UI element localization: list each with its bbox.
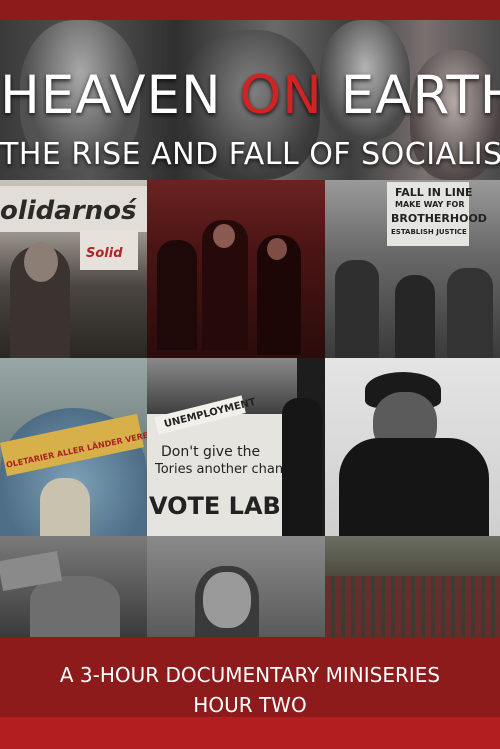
footer-episode: HOUR TWO <box>193 693 307 717</box>
title-word-heaven: HEAVEN <box>0 65 222 126</box>
subtitle: THE RISE AND FALL OF SOCIALISM <box>0 137 500 172</box>
brotherhood-sign-line2: MAKE WAY FOR <box>395 200 465 209</box>
bottom-red-band <box>0 717 500 749</box>
photo-brotherhood-parade: FALL IN LINE MAKE WAY FOR BROTHERHOOD ES… <box>325 180 500 358</box>
photo-solidarnosc: olidarnoś Solid <box>0 180 147 358</box>
photo-statue <box>0 536 147 637</box>
top-red-band <box>0 0 500 20</box>
brotherhood-sign-line3: BROTHERHOOD <box>391 212 487 225</box>
poster: HEAVEN ON EARTH THE RISE AND FALL OF SOC… <box>0 0 500 749</box>
tories-text-line2: Tories another chance <box>155 462 299 477</box>
solidarnosc-banner-text: olidarnoś <box>0 196 137 226</box>
tories-text-line1: Don't give the <box>161 444 261 460</box>
photo-crowd-rally <box>325 536 500 637</box>
photo-proletarier-poster: OLETARIER ALLER LÄNDER VEREINIGT EUCH! <box>0 358 147 536</box>
title-word-on: ON <box>239 65 323 126</box>
photo-red-crowd <box>147 180 325 358</box>
brotherhood-sign-line4: ESTABLISH JUSTICE <box>391 228 467 236</box>
brotherhood-sign-line1: FALL IN LINE <box>395 186 473 199</box>
footer-tagline: A 3-HOUR DOCUMENTARY MINISERIES <box>59 663 441 687</box>
photo-deng <box>147 536 325 637</box>
solidarnosc-sign-text: Solid <box>86 246 123 261</box>
title: HEAVEN ON EARTH <box>0 65 500 126</box>
title-word-earth: EARTH <box>340 65 500 126</box>
photo-vote-labour: UNEMPLOYMENT Don't give the Tories anoth… <box>147 358 325 536</box>
photo-lenin <box>325 358 500 536</box>
